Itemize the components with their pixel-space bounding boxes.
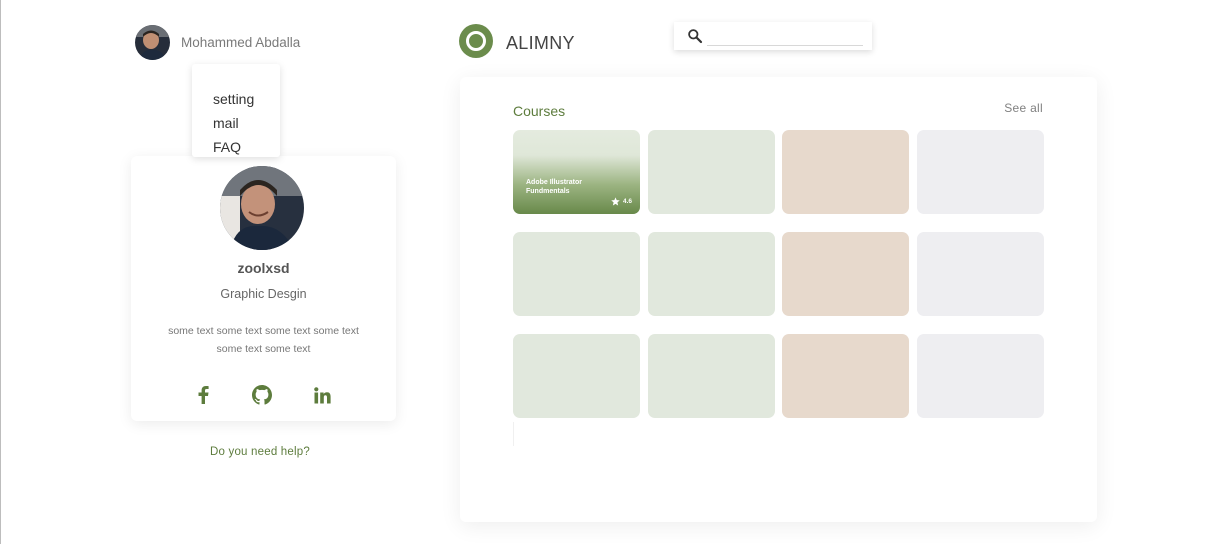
course-card[interactable] <box>782 130 909 214</box>
profile-card: zoolxsd Graphic Desgin some text some te… <box>131 156 396 421</box>
brand-name: ALIMNY <box>506 33 575 53</box>
github-icon[interactable] <box>250 383 274 407</box>
course-rating: 4.6 <box>611 197 632 206</box>
course-card-featured[interactable]: Adobe Illustrator Fundmentals 4.6 <box>513 130 640 214</box>
course-card[interactable] <box>648 334 775 418</box>
see-all-link[interactable]: See all <box>1004 101 1043 115</box>
course-card[interactable] <box>513 334 640 418</box>
search-box <box>674 22 872 50</box>
profile-bio: some text some text some text some text … <box>168 325 359 355</box>
profile-username: zoolxsd <box>237 260 290 276</box>
help-link[interactable]: Do you need help? <box>210 446 310 458</box>
courses-title: Courses <box>513 103 566 119</box>
social-links <box>131 383 396 407</box>
course-title: Adobe Illustrator Fundmentals <box>526 179 583 195</box>
user-name: Mohammed Abdalla <box>181 34 301 50</box>
window-edge <box>0 0 1 544</box>
course-card[interactable] <box>917 130 1044 214</box>
course-card[interactable] <box>648 130 775 214</box>
avatar[interactable] <box>135 24 170 60</box>
course-card[interactable] <box>782 334 909 418</box>
courses-panel: Courses See all Adobe Illustrator Fundme… <box>460 77 1097 522</box>
scroll-divider <box>513 422 514 446</box>
course-card[interactable] <box>513 232 640 316</box>
search-icon[interactable] <box>687 28 703 44</box>
menu-item-faq[interactable]: FAQ <box>192 135 280 159</box>
profile-role: Graphic Desgin <box>220 287 307 301</box>
profile-avatar <box>220 166 304 250</box>
course-card[interactable] <box>917 232 1044 316</box>
course-card[interactable] <box>917 334 1044 418</box>
facebook-icon[interactable] <box>191 383 215 407</box>
course-card[interactable] <box>782 232 909 316</box>
star-icon <box>611 197 620 206</box>
course-card[interactable] <box>648 232 775 316</box>
course-rating-value: 4.6 <box>622 198 632 205</box>
menu-item-mail[interactable]: mail <box>192 111 280 135</box>
brand-logo[interactable] <box>459 24 493 58</box>
menu-item-setting[interactable]: setting <box>192 87 280 111</box>
search-input[interactable] <box>707 26 863 46</box>
user-dropdown-menu: setting mail FAQ <box>192 64 280 157</box>
linkedin-icon[interactable] <box>310 383 334 407</box>
user-header[interactable]: Mohammed Abdalla <box>135 24 300 60</box>
